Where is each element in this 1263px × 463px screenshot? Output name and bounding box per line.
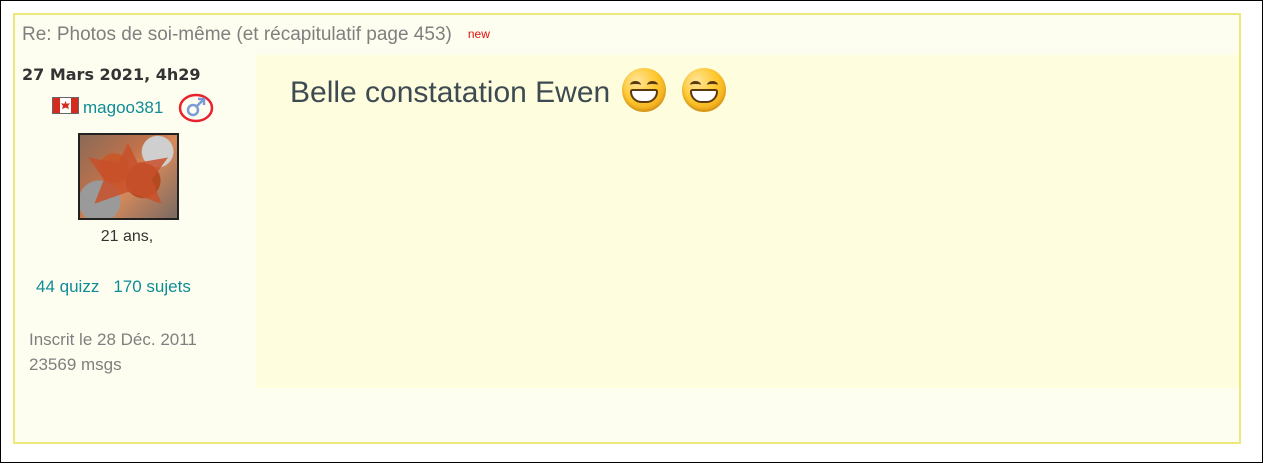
post-content: Belle constatation Ewen (256, 55, 1239, 388)
author-info: Inscrit le 28 Déc. 2011 23569 msgs (29, 327, 197, 377)
screenshot-frame: Re: Photos de soi-même (et récapitulatif… (0, 0, 1263, 463)
author-stats: 44 quizz 170 sujets (36, 277, 191, 297)
grinning-face-icon (622, 68, 667, 112)
post-message-text: Belle constatation Ewen (290, 76, 611, 109)
grinning-face-icon (682, 68, 727, 112)
post-date: 27 Mars 2021, 4h29 (22, 65, 201, 84)
post-message: Belle constatation Ewen (290, 68, 727, 112)
quizz-link[interactable]: 44 quizz (36, 277, 99, 296)
post-title[interactable]: Re: Photos de soi-même (et récapitulatif… (22, 24, 452, 45)
author-username[interactable]: magoo381 (83, 98, 163, 117)
annotation-circle (178, 93, 214, 123)
author-sidebar: 27 Mars 2021, 4h29 magoo381 21 ans, 44 q… (15, 55, 256, 388)
post-title-row: Re: Photos de soi-même (et récapitulatif… (22, 24, 490, 46)
sujets-link[interactable]: 170 sujets (113, 277, 191, 296)
author-age: 21 ans, (100, 228, 154, 245)
canada-flag-icon (52, 97, 79, 114)
author-avatar[interactable] (78, 133, 179, 220)
male-gender-icon (176, 91, 220, 123)
forum-post: Re: Photos de soi-même (et récapitulatif… (13, 13, 1241, 444)
message-count: 23569 msgs (29, 355, 122, 374)
author-row: magoo381 (52, 93, 214, 123)
joined-date: Inscrit le 28 Déc. 2011 (29, 330, 197, 349)
new-badge: new (467, 27, 490, 41)
